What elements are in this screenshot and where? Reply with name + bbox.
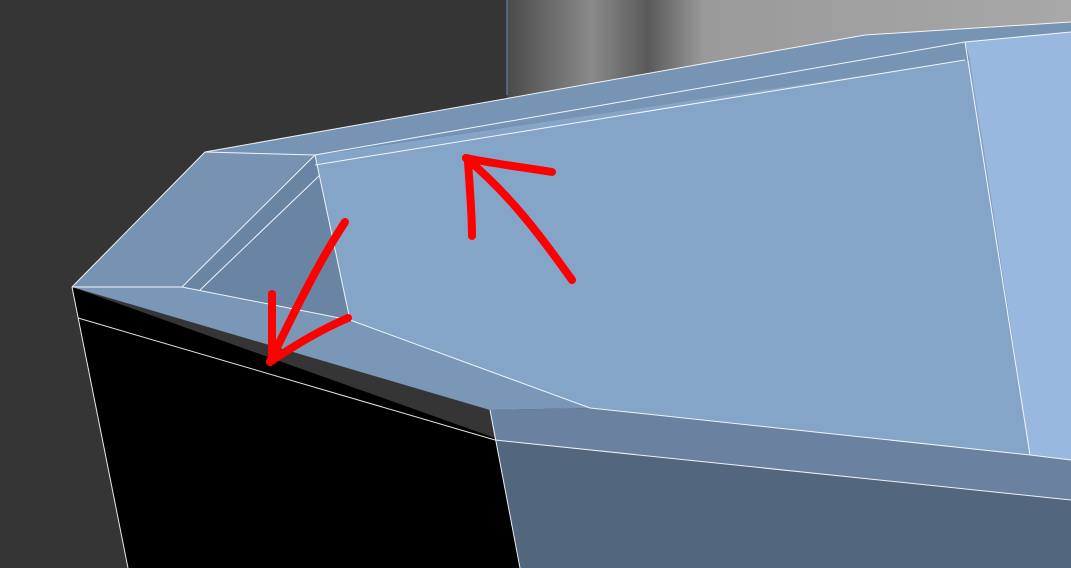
3d-viewport[interactable] — [0, 0, 1071, 568]
mesh-scene — [0, 0, 1071, 568]
